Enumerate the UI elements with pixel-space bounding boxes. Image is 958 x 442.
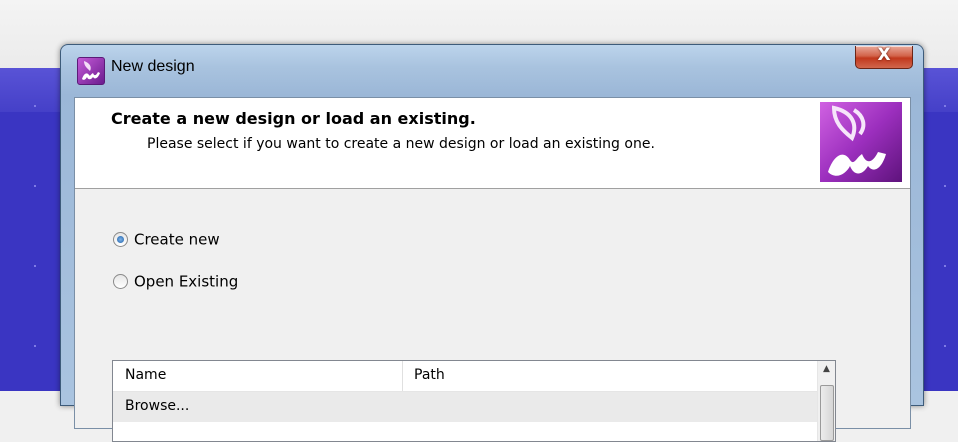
browse-item-label[interactable]: Browse... [125, 398, 189, 414]
background-dot [944, 265, 946, 267]
background-dot [944, 345, 946, 347]
background-dot [34, 345, 36, 347]
vertical-scrollbar[interactable]: ▲ [817, 361, 835, 441]
list-item[interactable]: Browse... [113, 392, 818, 422]
product-logo-icon [820, 102, 902, 182]
background-dot [34, 105, 36, 107]
app-logo-icon [77, 57, 105, 85]
column-header-path[interactable]: Path [414, 367, 445, 383]
title-bar[interactable]: New design X [61, 45, 923, 93]
column-separator[interactable] [402, 361, 403, 391]
background-dot [34, 185, 36, 187]
option-open-existing[interactable]: Open Existing [113, 272, 238, 291]
window-title: New design [111, 58, 195, 75]
open-existing-label[interactable]: Open Existing [134, 273, 238, 291]
banner-title: Create a new design or load an existing. [111, 109, 476, 128]
close-icon: X [877, 45, 891, 65]
background-dot [34, 265, 36, 267]
option-create-new[interactable]: Create new [113, 230, 220, 249]
radio-create-new[interactable] [113, 232, 128, 247]
header-banner: Create a new design or load an existing.… [75, 98, 910, 189]
new-design-dialog: New design X Create a new design or load… [60, 44, 924, 442]
create-new-label[interactable]: Create new [134, 231, 220, 249]
list-header: Name Path [113, 361, 818, 392]
background-dot [944, 185, 946, 187]
column-header-name[interactable]: Name [125, 367, 166, 383]
banner-subtitle: Please select if you want to create a ne… [147, 136, 655, 152]
close-button[interactable]: X [855, 45, 913, 69]
scroll-up-arrow-icon[interactable]: ▲ [818, 361, 835, 378]
background-dot [944, 105, 946, 107]
existing-designs-list[interactable]: Name Path Browse... ▲ [112, 360, 836, 442]
radio-open-existing[interactable] [113, 274, 128, 289]
dialog-content: Create a new design or load an existing.… [74, 97, 911, 442]
scroll-thumb[interactable] [820, 385, 834, 441]
